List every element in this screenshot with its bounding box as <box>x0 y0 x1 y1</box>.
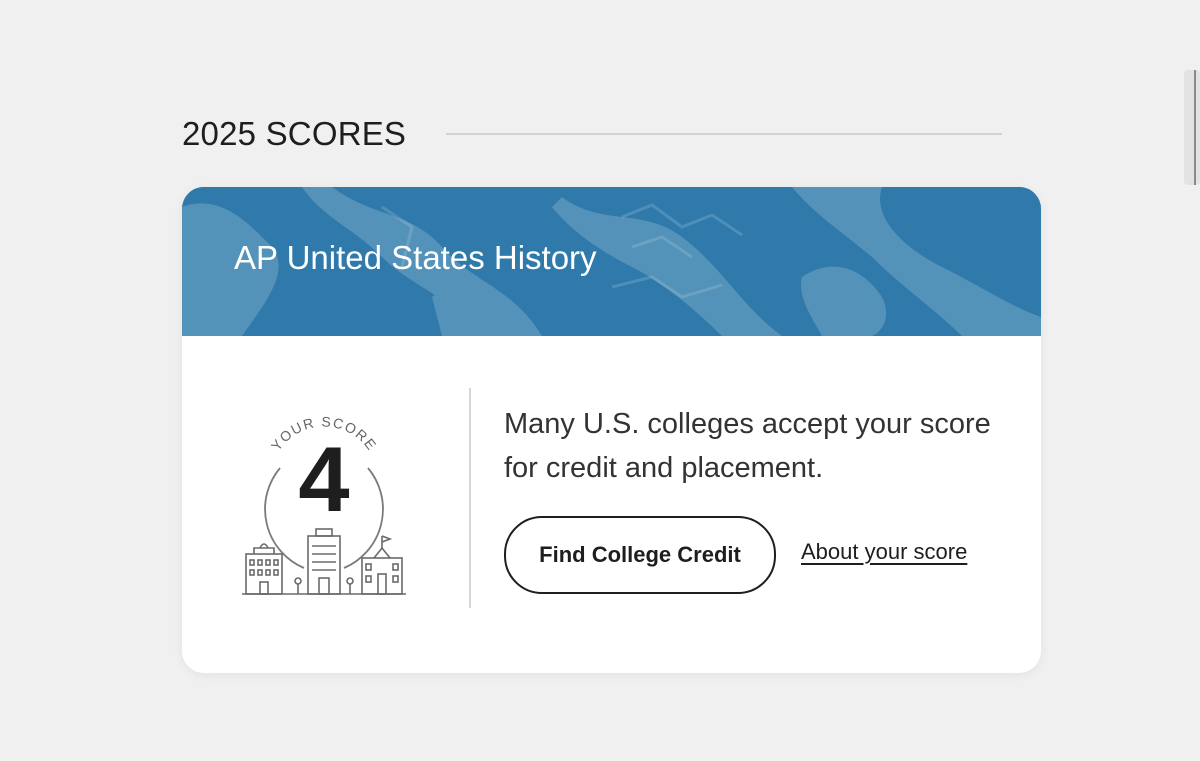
about-your-score-link[interactable]: About your score <box>801 539 967 565</box>
course-title: AP United States History <box>234 239 597 276</box>
college-buildings-icon <box>242 528 406 595</box>
score-value: 4 <box>298 429 350 531</box>
section-divider <box>446 133 1002 135</box>
score-emblem: YOUR SCORE 4 <box>234 396 414 596</box>
content-divider <box>469 388 471 608</box>
scrollbar[interactable] <box>1184 0 1200 761</box>
scrollbar-thumb-indicator <box>1194 70 1196 185</box>
section-header: 2025 SCORES <box>182 112 1002 156</box>
score-message: Many U.S. colleges accept your score for… <box>504 408 991 484</box>
section-title: 2025 SCORES <box>182 115 407 152</box>
card-body: YOUR SCORE 4 Many U.S. colleges accept y… <box>182 336 1041 673</box>
find-college-credit-button[interactable]: Find College Credit <box>504 516 776 594</box>
page: 2025 SCORES AP United States History YOU… <box>0 0 1200 761</box>
course-banner: AP United States History <box>182 187 1041 336</box>
score-card: AP United States History YOUR SCORE 4 Ma… <box>182 187 1041 673</box>
scrollbar-thumb[interactable] <box>1184 70 1200 185</box>
